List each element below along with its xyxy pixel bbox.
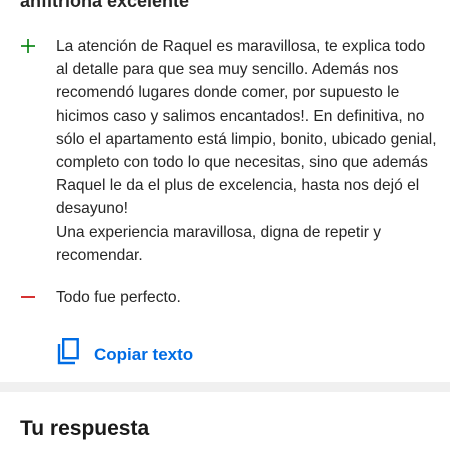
your-response-heading: Tu respuesta [20,417,150,440]
negative-comment-text: Todo fue perfecto. [56,289,181,306]
review-detail-screen: anfitriona excelente La atención de Raqu… [0,0,450,450]
section-divider [0,382,450,392]
copy-text-label: Copiar texto [94,344,194,364]
copy-icon [56,338,82,371]
review-title: anfitriona excelente [20,0,190,11]
minus-icon [20,286,38,308]
positive-comment: La atención de Raquel es maravillosa, te… [20,35,440,267]
positive-comment-text: La atención de Raquel es maravillosa, te… [56,38,437,264]
plus-icon [20,35,38,57]
negative-comment: Todo fue perfecto. [20,286,440,309]
copy-text-button[interactable]: Copiar texto [56,338,193,371]
